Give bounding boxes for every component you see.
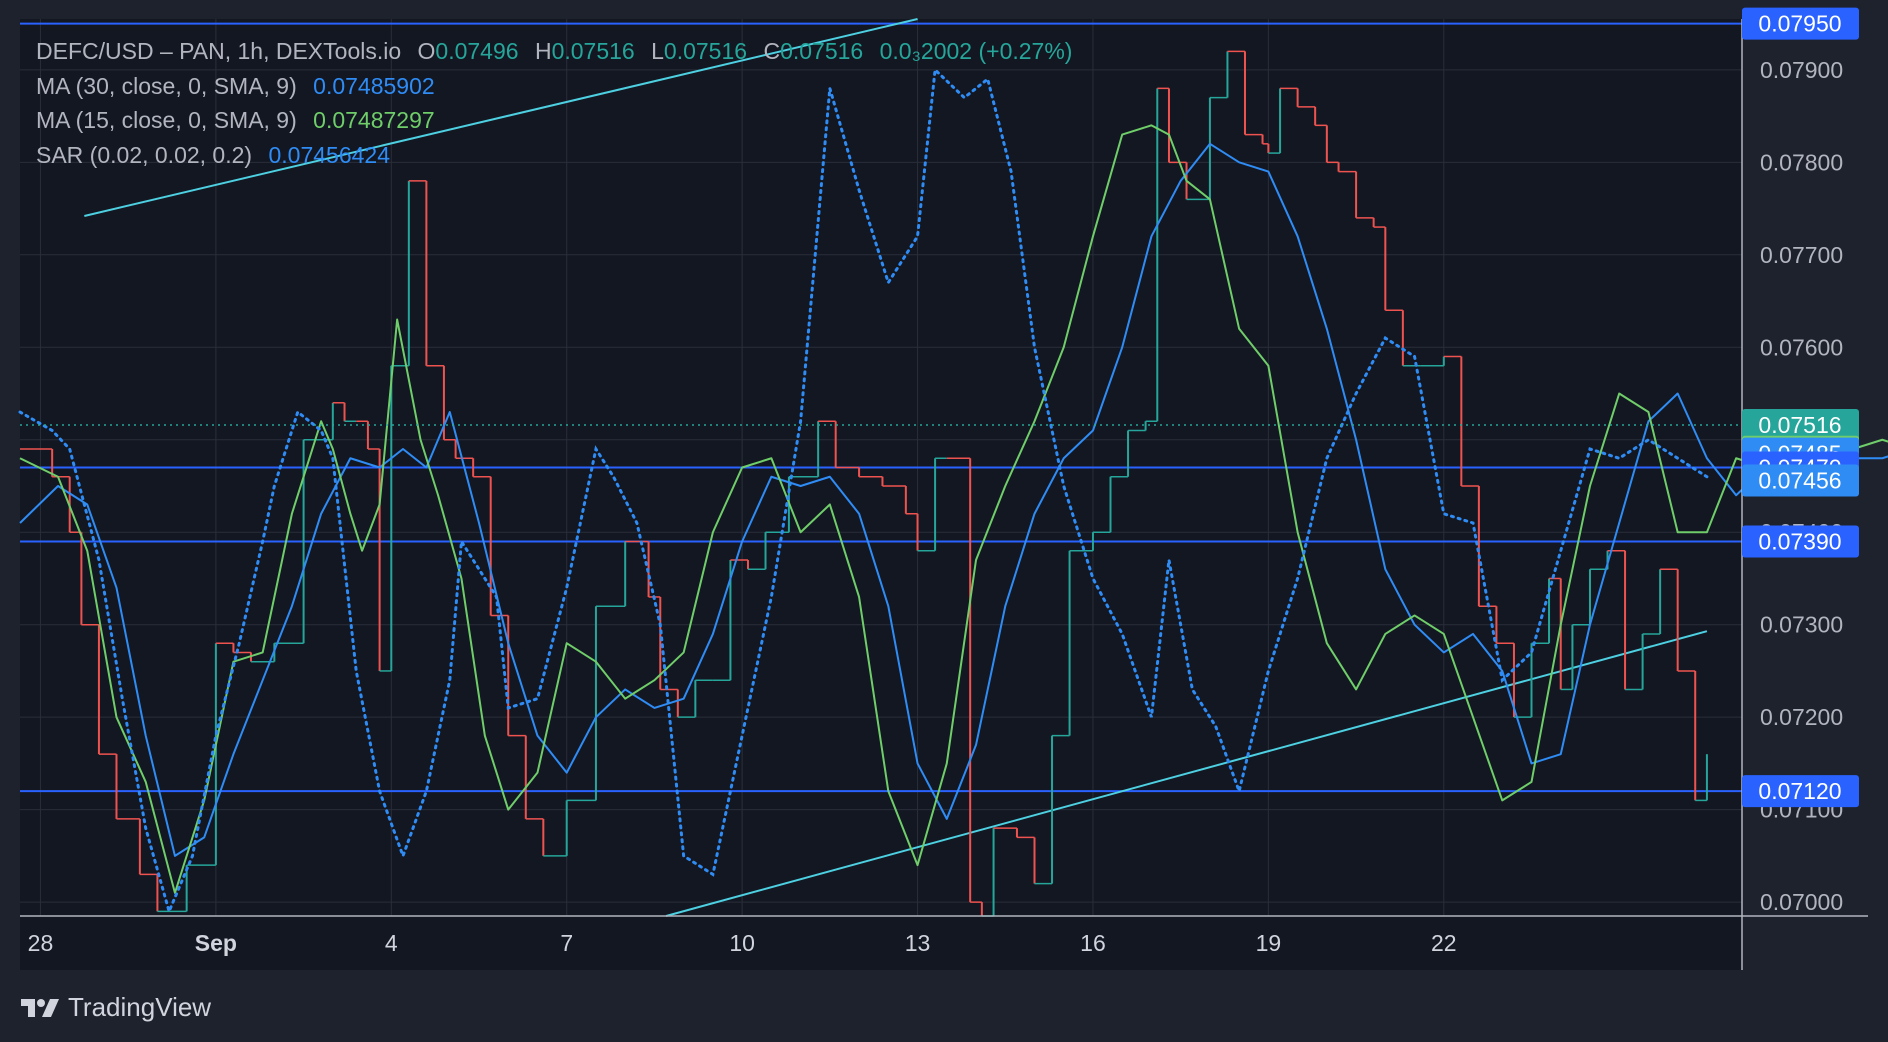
y-tick-label: 0.07700 bbox=[1760, 242, 1843, 268]
legend-sar-row[interactable]: SAR (0.02, 0.02, 0.2) 0.07456424 bbox=[36, 138, 1072, 173]
high-label: H bbox=[534, 38, 552, 64]
legend-ma30-row[interactable]: MA (30, close, 0, SMA, 9) 0.07485902 bbox=[36, 69, 1072, 104]
y-tick-label: 0.07600 bbox=[1760, 334, 1843, 360]
y-tick-label: 0.07800 bbox=[1760, 149, 1843, 175]
ma30-value: 0.07485902 bbox=[313, 72, 435, 99]
legend-ohlc-row: DEFC/USD – PAN, 1h, DEXTools.io O0.07496… bbox=[36, 34, 1072, 69]
x-tick-label: 13 bbox=[905, 930, 931, 956]
ma30-label: MA (30, close, 0, SMA, 9) bbox=[36, 72, 297, 99]
brand-name: TradingView bbox=[68, 992, 212, 1022]
x-tick-label: 16 bbox=[1080, 930, 1106, 956]
open-label: O bbox=[417, 38, 436, 64]
y-tick-label: 0.07200 bbox=[1760, 704, 1843, 730]
tradingview-brand[interactable]: TradingView bbox=[20, 992, 211, 1023]
ma15-label: MA (15, close, 0, SMA, 9) bbox=[36, 107, 297, 133]
x-tick-label: 7 bbox=[560, 930, 573, 956]
y-tick-label: 0.07000 bbox=[1760, 889, 1843, 915]
x-tick-label: 22 bbox=[1431, 930, 1457, 956]
low-label: L bbox=[651, 38, 664, 64]
x-tick-label: 19 bbox=[1256, 930, 1282, 956]
open-value: 0.07496 bbox=[435, 38, 519, 64]
chart-legend: DEFC/USD – PAN, 1h, DEXTools.io O0.07496… bbox=[36, 34, 1072, 172]
price-labels: 0.079500.075160.074870.074850.074700.074… bbox=[1742, 7, 1859, 808]
price-label-text: 0.07456 bbox=[1758, 467, 1841, 493]
high-value: 0.07516 bbox=[551, 38, 635, 64]
sar-label: SAR (0.02, 0.02, 0.2) bbox=[36, 141, 253, 168]
close-value: 0.07516 bbox=[780, 38, 864, 64]
legend-ma15-row[interactable]: MA (15, close, 0, SMA, 9) 0.07487297 bbox=[36, 103, 1072, 138]
sar-value: 0.07456424 bbox=[268, 141, 390, 168]
y-tick-label: 0.07900 bbox=[1760, 57, 1843, 83]
x-tick-label: 28 bbox=[28, 930, 54, 956]
ma15-value: 0.07487297 bbox=[313, 107, 435, 133]
low-value: 0.07516 bbox=[663, 38, 748, 64]
price-label-text: 0.07516 bbox=[1758, 412, 1841, 438]
price-label-text: 0.07120 bbox=[1758, 778, 1841, 804]
x-tick-label: Sep bbox=[195, 930, 237, 956]
symbol-label[interactable]: DEFC/USD – PAN, 1h, DEXTools.io bbox=[36, 38, 401, 64]
price-label-text: 0.07390 bbox=[1758, 528, 1841, 554]
close-label: C bbox=[763, 38, 781, 64]
x-tick-label: 4 bbox=[385, 930, 398, 956]
x-tick-label: 10 bbox=[729, 930, 755, 956]
tradingview-logo-icon bbox=[21, 998, 59, 1017]
change-value: 0.0₃2002 (+0.27%) bbox=[879, 38, 1073, 64]
price-label-text: 0.07950 bbox=[1758, 11, 1841, 37]
y-tick-label: 0.07300 bbox=[1760, 612, 1843, 638]
